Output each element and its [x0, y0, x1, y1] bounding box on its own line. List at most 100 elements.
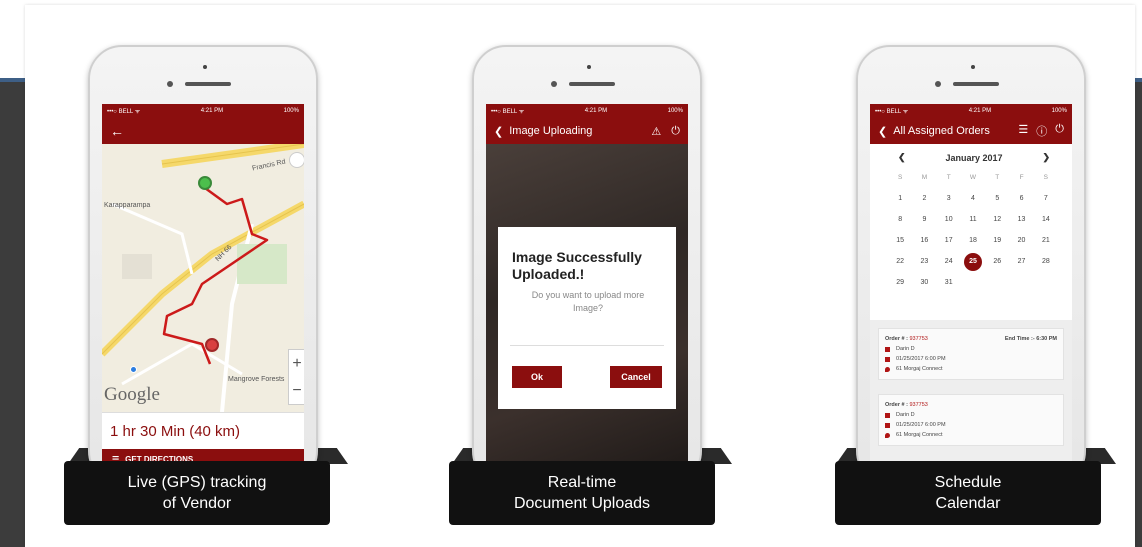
phone-speaker [953, 82, 999, 86]
order-date: 01/25/2017 6:00 PM [885, 420, 1057, 430]
calendar-day[interactable]: 26 [985, 251, 1009, 272]
next-month-icon[interactable]: ❯ [1042, 152, 1050, 163]
eta-text: 1 hr 30 Min (40 km) [102, 412, 304, 449]
caption-line: Real-time [547, 474, 617, 491]
calendar-day-selected[interactable]: 25 [961, 251, 985, 272]
calendar-day-number: 11 [969, 216, 977, 223]
calendar-day[interactable]: 4 [961, 188, 985, 209]
end-pin-icon[interactable] [205, 338, 219, 352]
order-label: Order # : [885, 402, 908, 408]
calendar-day[interactable]: 31 [937, 272, 961, 293]
order-customer: Darin D [885, 344, 1057, 354]
calendar-day[interactable]: 29 [888, 272, 912, 293]
calendar-day[interactable]: 3 [937, 188, 961, 209]
calendar-day[interactable]: 12 [985, 209, 1009, 230]
order-date: 01/25/2017 6:00 PM [885, 354, 1057, 364]
order-card[interactable]: Order # : 937753 Darin D 01/25/2017 6:00… [878, 394, 1064, 446]
app-bar-title: All Assigned Orders [893, 125, 990, 137]
order-address-text: 61 Morgaj Connect [896, 366, 943, 372]
calendar-day[interactable]: 19 [985, 230, 1009, 251]
ok-button[interactable]: Ok [512, 366, 562, 388]
calendar-day[interactable]: 20 [1009, 230, 1033, 251]
dialog-divider [510, 345, 664, 346]
app-bar-actions: ⚠ ⏻ [651, 125, 680, 138]
calendar-day[interactable]: 1 [888, 188, 912, 209]
location-pin-icon [885, 432, 890, 438]
zoom-in-icon[interactable]: + [292, 355, 301, 373]
calendar-day[interactable]: 13 [1009, 209, 1033, 230]
calendar-weekday: W [969, 174, 977, 181]
caption-calendar: Schedule Calendar [835, 461, 1101, 525]
list-view-icon[interactable]: ☰ [1018, 123, 1028, 139]
order-label: Order # : [885, 336, 908, 342]
zoom-out-icon[interactable]: − [292, 382, 301, 400]
order-date-text: 01/25/2017 6:00 PM [896, 422, 946, 428]
calendar-day-number: 28 [1041, 258, 1050, 265]
map-view[interactable]: Karapparampa Mangrove Forests Francis Rd… [102, 144, 304, 412]
order-number-line: Order # : 937753 [885, 402, 928, 408]
power-icon[interactable]: ⏻ [1055, 123, 1064, 139]
dialog-title: Image Successfully Uploaded.! [512, 249, 664, 283]
calendar-weekday: S [1043, 174, 1049, 181]
calendar-day[interactable]: 30 [912, 272, 936, 293]
calendar-day[interactable]: 24 [937, 251, 961, 272]
phone-sensor [203, 65, 207, 69]
status-battery: 100% [1051, 108, 1067, 114]
order-number: 937753 [909, 402, 928, 408]
calendar-day-number: 8 [898, 216, 903, 223]
calendar-weekday: F [1019, 174, 1024, 181]
calendar-day[interactable]: 5 [985, 188, 1009, 209]
status-time: 4:21 PM [584, 108, 608, 114]
calendar-day[interactable]: 28 [1034, 251, 1058, 272]
phone-schedule-calendar: •••○ BELL ᯤ 4:21 PM 100% ❮ All Assigned … [856, 45, 1086, 485]
bell-icon[interactable]: ⚠ [651, 125, 661, 138]
calendar-day[interactable]: 10 [937, 209, 961, 230]
calendar-day[interactable]: 14 [1034, 209, 1058, 230]
back-chevron-icon[interactable]: ❮ [494, 125, 503, 138]
order-card[interactable]: Order # : 937753 End Time :- 6:30 PM Dar… [878, 328, 1064, 380]
app-bar-left: ❮ Image Uploading [494, 125, 592, 138]
calendar-day[interactable]: 27 [1009, 251, 1033, 272]
calendar-day-number: 3 [946, 195, 951, 202]
calendar-day[interactable]: 15 [888, 230, 912, 251]
app-bar-actions: ☰ ⓘ ⏻ [1018, 123, 1064, 139]
back-arrow-icon[interactable]: ← [110, 123, 124, 139]
calendar-day[interactable]: 11 [961, 209, 985, 230]
calendar-day[interactable]: 2 [912, 188, 936, 209]
calendar-day[interactable]: 21 [1034, 230, 1058, 251]
prev-month-icon[interactable]: ❮ [898, 152, 906, 163]
calendar-day[interactable]: 6 [1009, 188, 1033, 209]
calendar-day[interactable]: 8 [888, 209, 912, 230]
caption-line: Document Uploads [513, 495, 651, 512]
user-icon [885, 412, 890, 418]
calendar-day-number: 23 [920, 258, 929, 265]
phone-sensor [587, 65, 591, 69]
calendar-day[interactable]: 9 [912, 209, 936, 230]
calendar-day-number: 25 [963, 252, 982, 271]
phone-camera [167, 81, 173, 87]
help-icon[interactable]: ⓘ [1036, 123, 1047, 139]
back-chevron-icon[interactable]: ❮ [878, 125, 887, 138]
calendar-day-number: 21 [1041, 237, 1050, 244]
phone-camera [935, 81, 941, 87]
phone-screen: •••○ BELL ᯤ 4:21 PM 100% ❮ Image Uploadi… [486, 104, 688, 469]
calendar-day[interactable]: 17 [937, 230, 961, 251]
zoom-control[interactable]: + − [288, 349, 304, 405]
start-pin-icon[interactable] [198, 176, 212, 190]
dialog-message: Do you want to upload more Image? [531, 290, 645, 313]
calendar-day-number: 13 [1017, 216, 1026, 223]
calendar-day[interactable]: 16 [912, 230, 936, 251]
calendar-day[interactable]: 22 [888, 251, 912, 272]
cancel-button[interactable]: Cancel [610, 366, 662, 388]
order-header: Order # : 937753 [885, 400, 1057, 410]
locate-icon[interactable] [289, 152, 304, 168]
app-bar: ← [102, 118, 304, 144]
power-icon[interactable]: ⏻ [671, 125, 680, 138]
calendar-day[interactable]: 18 [961, 230, 985, 251]
order-address: 61 Morgaj Connect [885, 364, 1057, 374]
calendar-day[interactable]: 23 [912, 251, 936, 272]
calendar-day-number: 6 [1019, 195, 1024, 202]
phone-gps-tracking: •••○ BELL ᯤ 4:21 PM 100% ← Karapparampa [88, 45, 318, 485]
calendar-day[interactable]: 7 [1034, 188, 1058, 209]
app-bar-left: ❮ All Assigned Orders [878, 125, 990, 138]
